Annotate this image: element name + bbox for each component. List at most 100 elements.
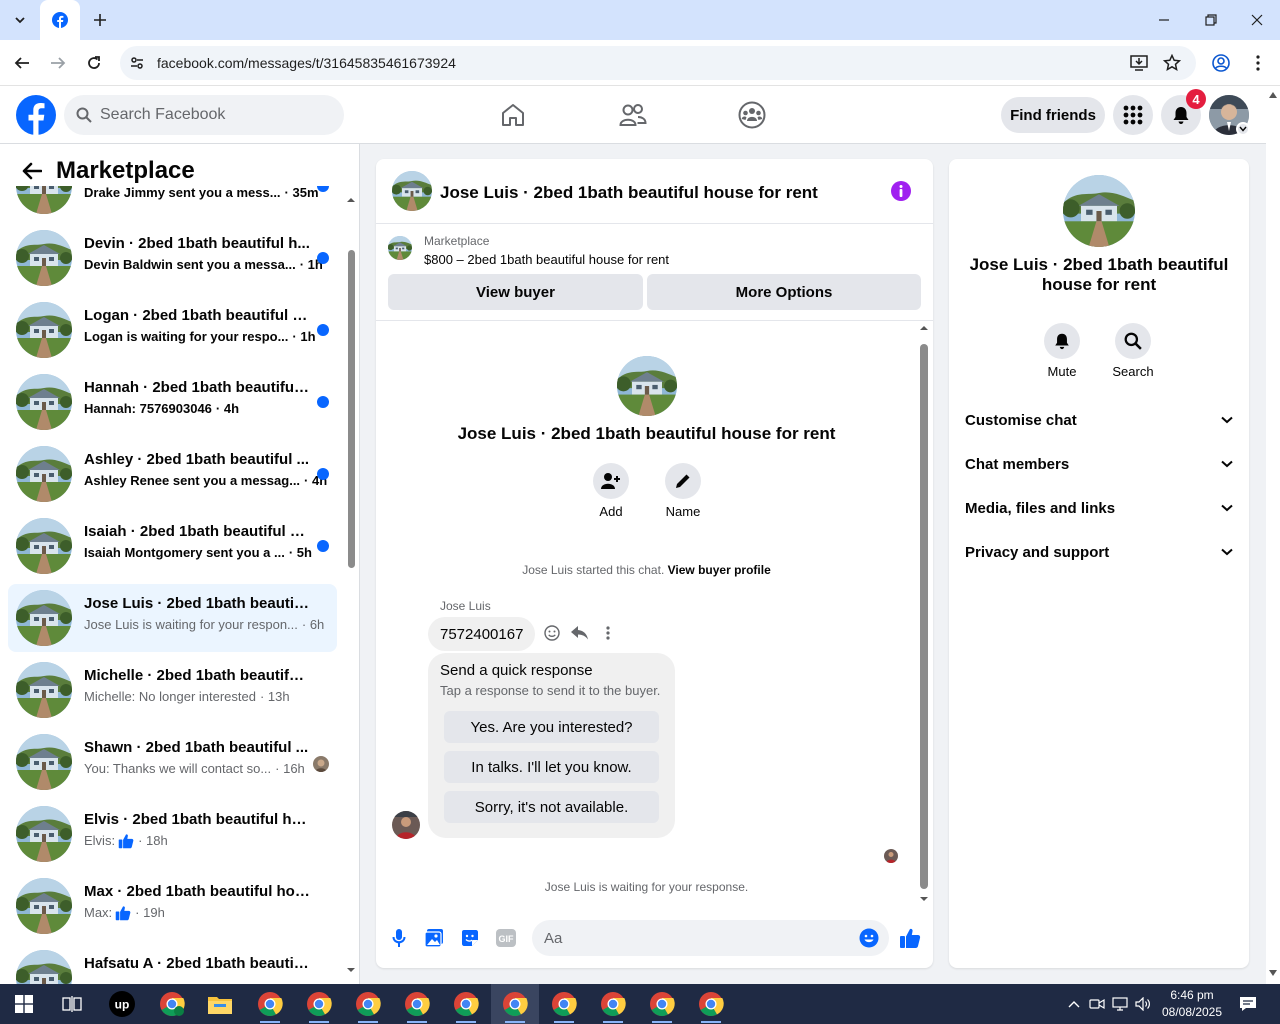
chrome-window-icon[interactable] [540, 984, 588, 1024]
chrome-window-icon[interactable] [246, 984, 294, 1024]
quick-response-yes-button[interactable]: Yes. Are you interested? [444, 711, 659, 743]
quick-response-not-available-button[interactable]: Sorry, it's not available. [444, 791, 659, 823]
conversation-item[interactable]: Elvis · 2bed 1bath beautiful hous... Elvi… [8, 800, 337, 868]
tray-chevron-up-icon[interactable] [1064, 994, 1084, 1014]
emoji-icon[interactable] [859, 928, 879, 948]
chevron-down-icon [1221, 460, 1233, 468]
conversation-item[interactable]: Jimmy · 2bed 1bath beautiful ...Drake Ji… [8, 186, 337, 220]
friends-icon[interactable] [613, 95, 653, 135]
browser-menu-icon[interactable] [1246, 51, 1270, 75]
info-icon[interactable] [890, 180, 912, 202]
gif-icon[interactable]: GIF [494, 926, 518, 950]
site-settings-icon[interactable] [128, 54, 146, 72]
taskbar-clock[interactable]: 6:46 pm 08/08/2025 [1150, 987, 1234, 1021]
tab-list-chevron-icon[interactable] [8, 8, 32, 32]
account-chevron-icon[interactable] [1236, 122, 1250, 136]
conversation-preview: Ashley Renee sent you a messag... · 4h [84, 473, 332, 488]
back-arrow-icon[interactable] [20, 159, 44, 183]
seen-avatar [313, 756, 329, 772]
customise-chat-section[interactable]: Customise chat [965, 405, 1233, 435]
info-group-photo[interactable] [1063, 175, 1135, 247]
chrome-window-icon[interactable] [295, 984, 343, 1024]
chat-members-section[interactable]: Chat members [965, 449, 1233, 479]
new-tab-plus-icon[interactable] [88, 8, 112, 32]
install-app-icon[interactable] [1128, 53, 1150, 73]
message-input[interactable]: Aa [532, 920, 889, 956]
notification-center-icon[interactable] [1237, 994, 1259, 1014]
browser-tab-facebook[interactable] [40, 0, 80, 40]
profile-icon[interactable] [1209, 51, 1233, 75]
conversation-item[interactable]: Logan · 2bed 1bath beautiful h... Logan i… [8, 296, 337, 364]
close-window-icon[interactable] [1245, 8, 1269, 32]
facebook-logo-icon[interactable] [16, 95, 56, 135]
privacy-support-section[interactable]: Privacy and support [965, 537, 1233, 567]
chrome-window-icon[interactable] [687, 984, 735, 1024]
more-actions-icon[interactable] [598, 623, 618, 643]
chat-header-thumbnail[interactable] [392, 171, 432, 211]
menu-grid-button[interactable] [1113, 95, 1153, 135]
back-arrow-icon[interactable] [10, 51, 34, 75]
page-scrollbar[interactable] [1266, 86, 1280, 984]
conversation-item[interactable]: Michelle · 2bed 1bath beautiful ... Miche… [8, 656, 337, 724]
conversation-item[interactable]: Max · 2bed 1bath beautiful hous... Max: · … [8, 872, 337, 940]
chrome-window-icon[interactable] [491, 984, 539, 1024]
forward-arrow-icon[interactable] [46, 51, 70, 75]
find-friends-button[interactable]: Find friends [1001, 97, 1105, 133]
url-text[interactable]: facebook.com/messages/t/3164583546167392… [157, 55, 456, 71]
microphone-icon[interactable] [387, 926, 411, 950]
conversation-item[interactable]: Isaiah · 2bed 1bath beautiful h... Isaiah… [8, 512, 337, 580]
chat-scrollbar[interactable] [917, 324, 931, 904]
conversation-item[interactable]: Hafsatu A · 2bed 1bath beautiful... [8, 944, 337, 984]
search-conversation-button[interactable] [1115, 323, 1151, 359]
conversation-item[interactable]: Jose Luis · 2bed 1bath beautiful ... Jose… [8, 584, 337, 652]
sender-avatar[interactable] [392, 811, 420, 839]
rename-button[interactable] [665, 463, 701, 499]
mute-button[interactable] [1044, 323, 1080, 359]
meet-now-icon[interactable] [1087, 994, 1107, 1014]
conversation-item[interactable]: Ashley · 2bed 1bath beautiful ... Ashley … [8, 440, 337, 508]
sticker-icon[interactable] [458, 926, 482, 950]
reply-icon[interactable] [570, 623, 590, 643]
more-options-button[interactable]: More Options [647, 274, 921, 310]
view-buyer-profile-link[interactable]: View buyer profile [668, 563, 771, 577]
network-icon[interactable] [1110, 994, 1130, 1014]
home-icon[interactable] [493, 95, 533, 135]
conversation-thumbnail [16, 590, 72, 646]
conversation-item[interactable]: Devin · 2bed 1bath beautiful h... Devin B… [8, 224, 337, 292]
photo-attach-icon[interactable] [422, 926, 446, 950]
react-emoji-icon[interactable] [542, 623, 562, 643]
chrome-window-icon[interactable] [344, 984, 392, 1024]
start-windows-icon[interactable] [0, 984, 48, 1024]
conversation-item[interactable]: Hannah · 2bed 1bath beautiful... Hannah: … [8, 368, 337, 436]
chrome-window-icon[interactable] [589, 984, 637, 1024]
sender-name: Jose Luis [440, 599, 491, 613]
conversation-item[interactable]: Shawn · 2bed 1bath beautiful ... You: Tha… [8, 728, 337, 796]
conversation-name: Jose Luis · 2bed 1bath beautiful ... [84, 595, 310, 612]
groups-icon[interactable] [732, 95, 772, 135]
quick-response-in-talks-button[interactable]: In talks. I'll let you know. [444, 751, 659, 783]
conversation-name: Jose Luis · 2bed 1bath beautiful house f… [457, 424, 836, 443]
chrome-window-icon[interactable] [442, 984, 490, 1024]
bookmark-star-icon[interactable] [1161, 53, 1183, 73]
view-buyer-button[interactable]: View buyer [388, 274, 643, 310]
minimize-window-icon[interactable] [1152, 8, 1176, 32]
facebook-search-input[interactable]: Search Facebook [64, 95, 344, 135]
listing-title[interactable]: $800 – 2bed 1bath beautiful house for re… [424, 252, 669, 267]
restore-window-icon[interactable] [1199, 8, 1223, 32]
task-view-icon[interactable] [48, 984, 96, 1024]
message-bubble[interactable]: 7572400167 [428, 617, 536, 651]
reload-icon[interactable] [82, 51, 106, 75]
chrome-window-icon[interactable] [393, 984, 441, 1024]
listing-thumbnail[interactable] [388, 236, 412, 260]
file-explorer-icon[interactable] [196, 984, 244, 1024]
media-files-links-section[interactable]: Media, files and links [965, 493, 1233, 523]
add-person-button[interactable] [593, 463, 629, 499]
upwork-app-icon[interactable]: up [98, 984, 146, 1024]
chat-title[interactable]: Jose Luis · 2bed 1bath beautiful house f… [440, 183, 818, 203]
chrome-window-icon[interactable] [638, 984, 686, 1024]
like-thumb-icon[interactable] [898, 926, 922, 950]
chrome-profile-t-icon[interactable] [148, 984, 196, 1024]
address-bar[interactable]: facebook.com/messages/t/3164583546167392… [120, 46, 1196, 80]
conversation-list: Jimmy · 2bed 1bath beautiful ...Drake Ji… [0, 186, 345, 984]
sidebar-scrollbar[interactable] [346, 198, 356, 972]
